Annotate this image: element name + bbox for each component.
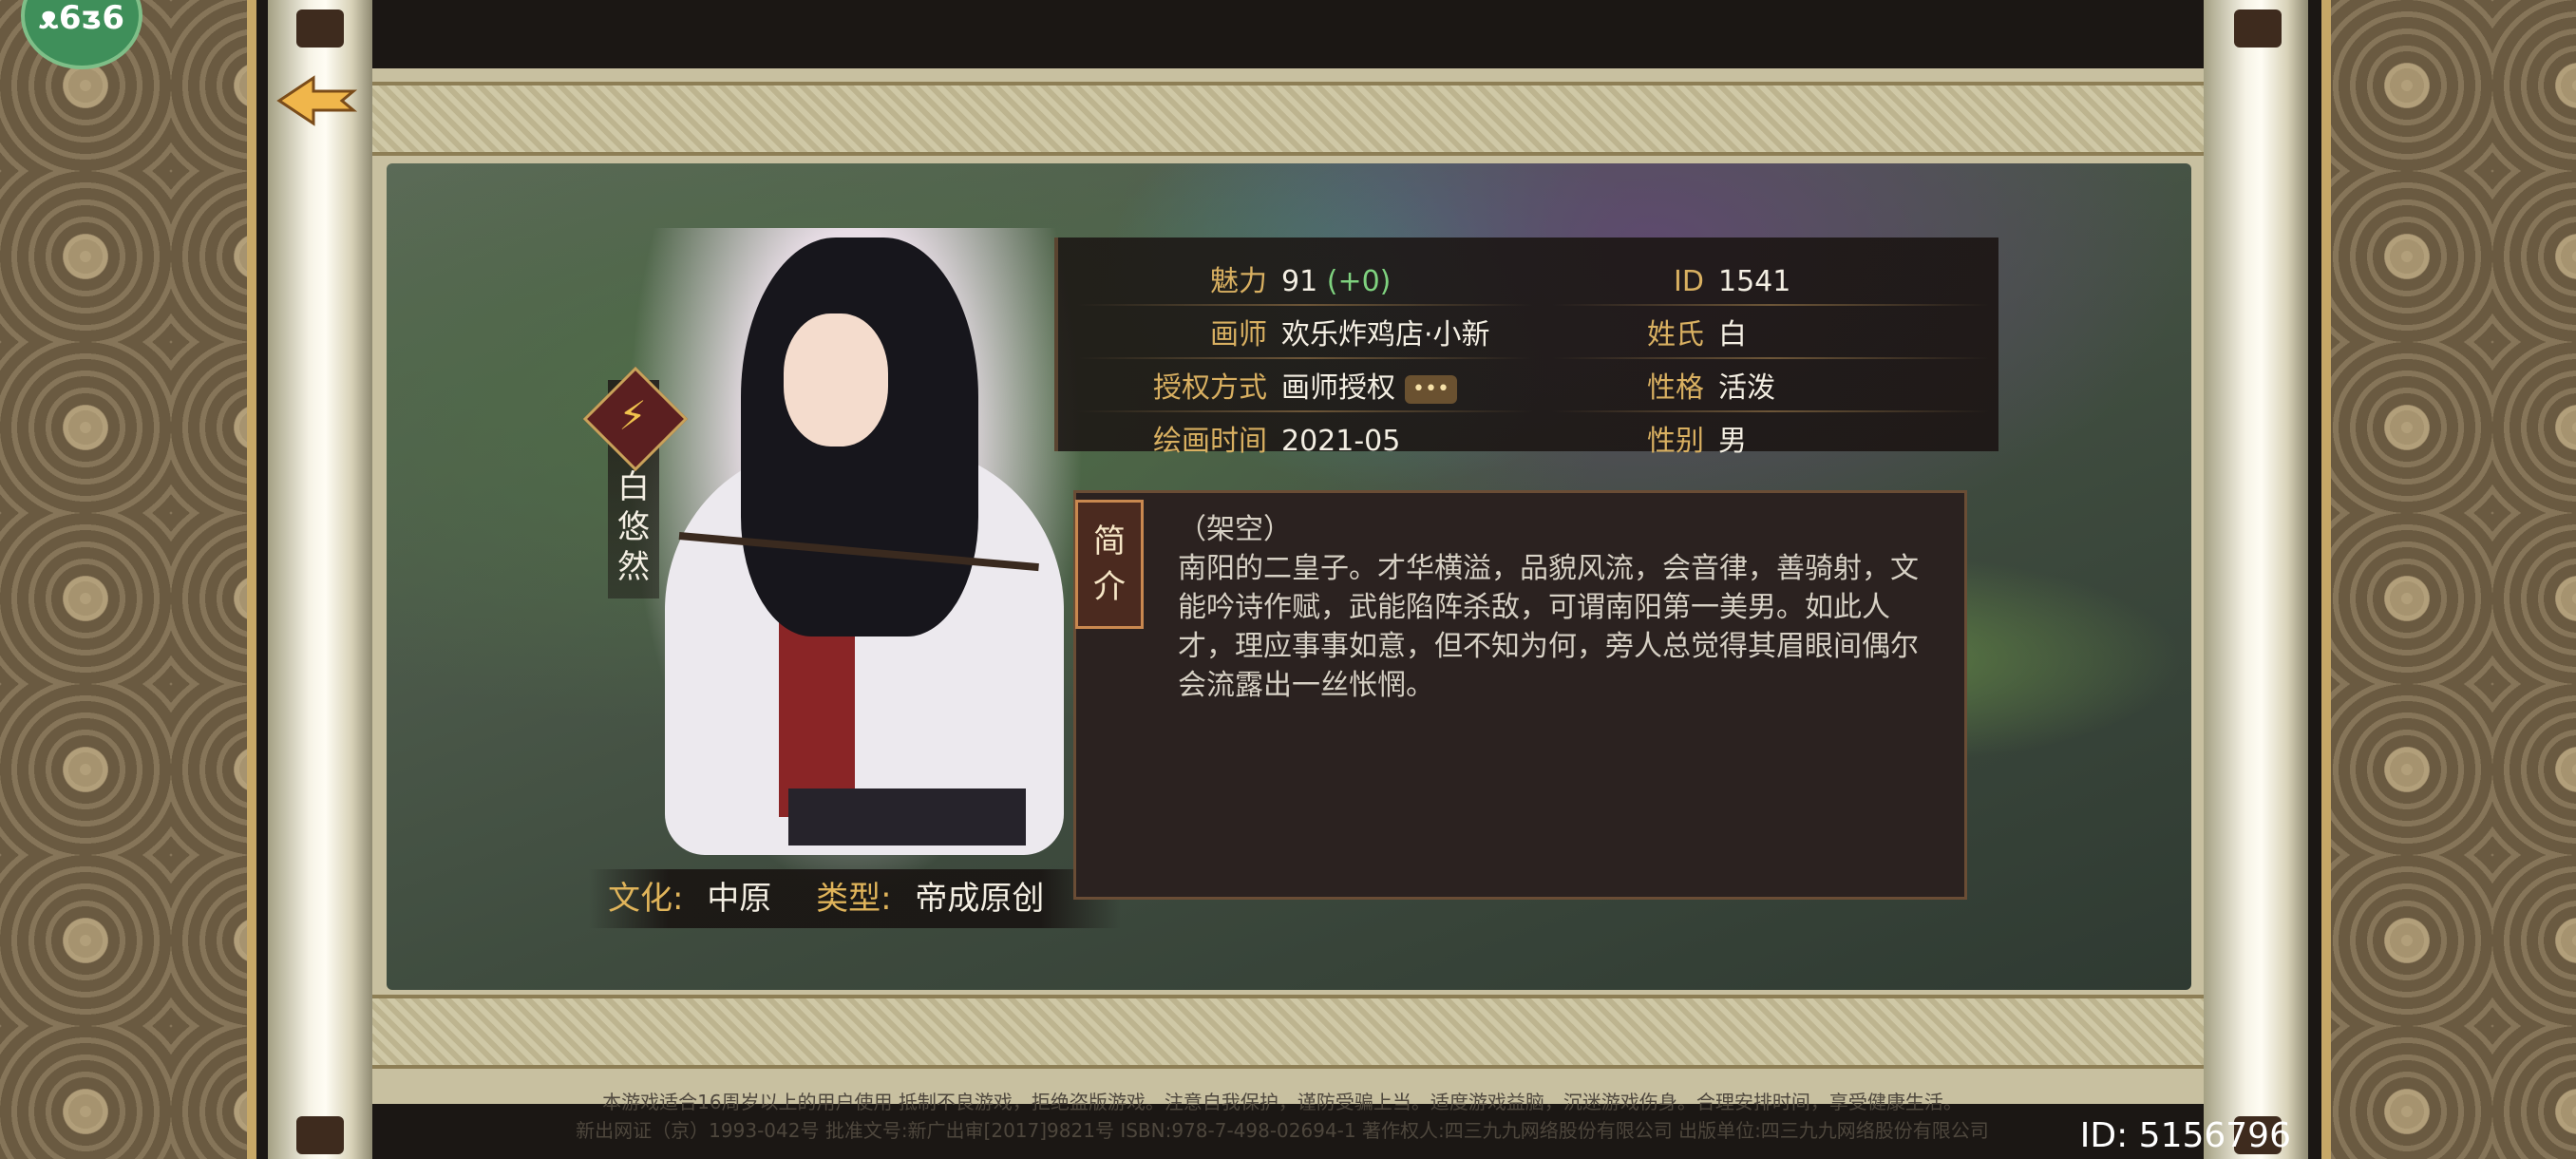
right-dragon-panel: [2321, 0, 2576, 1159]
name-char: 白: [617, 468, 650, 506]
lightning-icon: ⚡: [618, 392, 647, 439]
tab-char: 简: [1093, 522, 1126, 560]
row-divider: [1552, 410, 1989, 412]
row-divider: [1077, 304, 1533, 306]
rod-cap: [296, 10, 344, 48]
rod-cap: [296, 1116, 344, 1154]
character-belt: [788, 788, 1026, 846]
charm-value: 91 (+0): [1281, 258, 1528, 306]
gender-value: 男: [1718, 425, 1747, 458]
description-tab: 简 介: [1075, 500, 1144, 629]
culture-value: 中原: [707, 880, 772, 918]
license-value: 画师授权 •••: [1281, 365, 1547, 412]
personality-label: 性格: [1647, 371, 1704, 405]
more-info-button[interactable]: •••: [1405, 374, 1457, 404]
artist-label: 画师: [1210, 318, 1267, 352]
artist-value: 欢乐炸鸡店·小新: [1281, 318, 1490, 352]
scroll-band-top: [372, 82, 2204, 156]
row-divider: [1552, 357, 1989, 359]
rod-cap: [2234, 10, 2282, 48]
tab-char: 介: [1093, 568, 1126, 606]
description-text: （架空） 南阳的二皇子。才华横溢，品貌风流，会音律，善骑射，文能吟诗作赋，武能陷阵…: [1178, 510, 1938, 705]
legal-footer: 本游戏适合16周岁以上的用户使用 抵制不良游戏，拒绝盗版游戏。注意自我保护，谨防…: [380, 1088, 2185, 1145]
type-value: 帝成原创: [915, 880, 1045, 918]
row-divider: [1077, 357, 1533, 359]
charm-number: 91: [1281, 265, 1318, 298]
row-divider: [1552, 304, 1989, 306]
charm-bonus: (+0): [1326, 265, 1392, 298]
description-prefix: （架空）: [1178, 513, 1292, 546]
scroll-rod-left: [268, 0, 372, 1159]
gender-label: 性别: [1647, 425, 1704, 458]
legal-line-1: 本游戏适合16周岁以上的用户使用 抵制不良游戏，拒绝盗版游戏。注意自我保护，谨防…: [602, 1091, 1962, 1113]
license-label: 授权方式: [1153, 371, 1267, 405]
arrow-left-icon: [276, 75, 358, 126]
charm-label: 魅力: [1210, 265, 1267, 298]
legal-line-2: 新出网证（京）1993-042号 批准文号:新广出审[2017]9821号 IS…: [576, 1119, 1989, 1142]
player-id: ID: 5156796: [2079, 1116, 2291, 1155]
character-face: [784, 314, 888, 446]
date-value: 2021-05: [1281, 425, 1401, 458]
left-dragon-panel: [0, 0, 256, 1159]
name-char: 悠: [617, 508, 650, 546]
info-panel: 魅力 91 (+0) ID 1541 画师 欢乐炸鸡店·小新 姓氏 白 授权方式…: [1054, 238, 1998, 458]
scroll-band-bottom: [372, 995, 2204, 1069]
name-char: 然: [617, 548, 650, 586]
license-text: 画师授权: [1281, 371, 1395, 405]
culture-label: 文化:: [608, 880, 684, 918]
scroll-rod-right: [2204, 0, 2308, 1159]
culture-type-bar: 文化: 中原 类型: 帝成原创: [589, 869, 1121, 928]
surname-value: 白: [1718, 318, 1747, 352]
id-value: 1541: [1718, 265, 1791, 298]
row-divider: [1077, 410, 1533, 412]
surname-label: 姓氏: [1647, 318, 1704, 352]
type-label: 类型:: [816, 880, 892, 918]
id-label: ID: [1674, 265, 1704, 298]
description-body: 南阳的二皇子。才华横溢，品貌风流，会音律，善骑射，文能吟诗作赋，武能陷阵杀敌，可…: [1178, 552, 1919, 702]
back-button[interactable]: [275, 74, 361, 127]
date-label: 绘画时间: [1153, 425, 1267, 458]
personality-value: 活泼: [1718, 371, 1775, 405]
